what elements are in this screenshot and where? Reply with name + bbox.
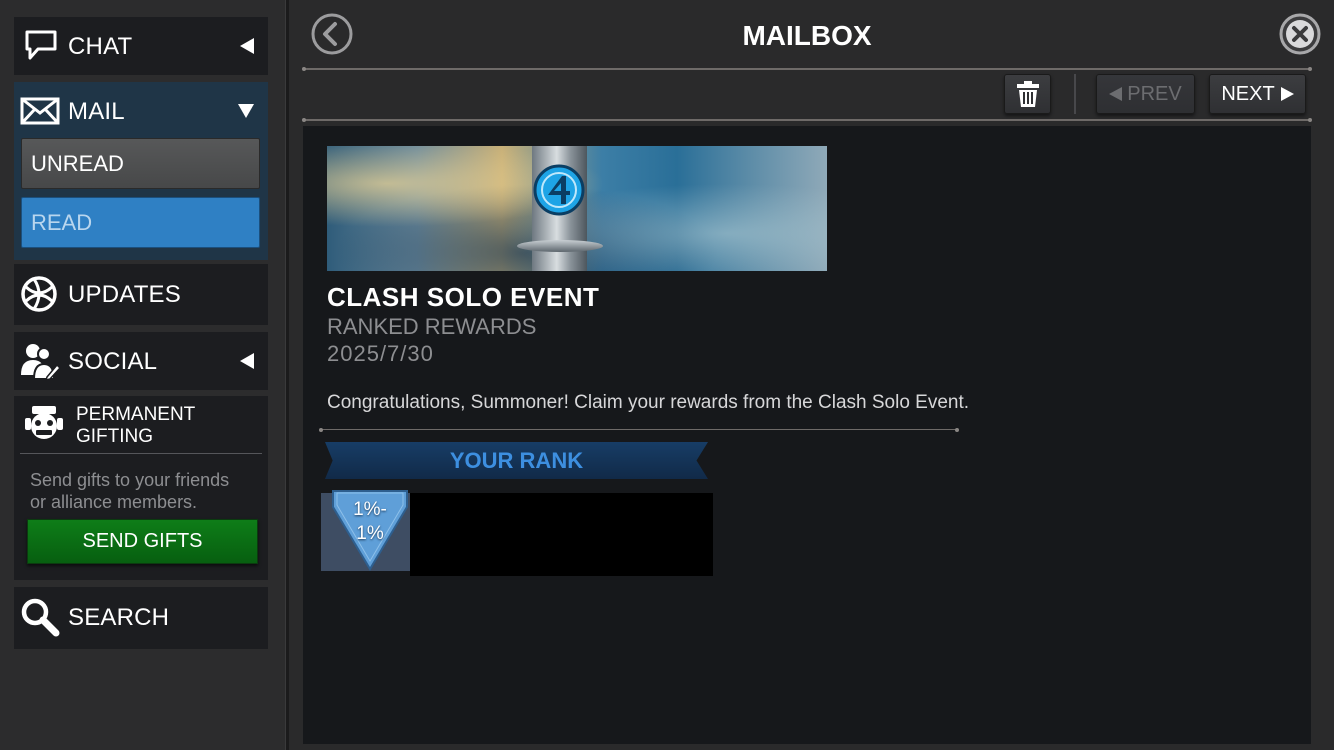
gifting-divider [20, 453, 262, 454]
envelope-icon [20, 97, 60, 125]
rank-value-line2: 1% [356, 523, 384, 544]
gifting-description-line1: Send gifts to your friends [30, 470, 230, 490]
toolbar-separator [1074, 74, 1076, 114]
rank-value-line1: 1%- [353, 499, 387, 520]
toolbar-divider [302, 118, 1312, 122]
message-subtitle: RANKED REWARDS [327, 314, 537, 339]
sidebar-item-label: SOCIAL [68, 348, 158, 375]
prev-button[interactable]: PREV [1096, 74, 1195, 114]
prev-arrow-icon [1109, 87, 1123, 101]
rank-badge: 1%- 1% [321, 490, 410, 571]
gifting-title-line2: GIFTING [76, 426, 154, 447]
chevron-left-icon [240, 38, 254, 54]
next-arrow-icon [1280, 87, 1294, 101]
sidebar-item-search[interactable]: SEARCH [14, 587, 268, 649]
magnifier-icon [21, 598, 60, 637]
globe-icon [21, 276, 57, 312]
gifting-title-line1: PERMANENT [76, 404, 196, 425]
message-body: Congratulations, Summoner! Claim your re… [327, 392, 970, 413]
sidebar-item-label: MAIL [68, 98, 125, 125]
chevron-down-icon [238, 104, 254, 118]
people-icon [21, 344, 61, 381]
message-date: 2025/7/30 [327, 341, 434, 366]
chevron-left-circle-icon[interactable] [311, 13, 353, 55]
chat-bubble-icon [25, 30, 57, 60]
message-title: CLASH SOLO EVENT [327, 282, 600, 312]
sidebar-item-label: CHAT [68, 33, 133, 60]
sidebar-item-label: SEARCH [68, 604, 170, 631]
close-circle-icon[interactable] [1278, 12, 1322, 56]
send-gifts-label: SEND GIFTS [82, 530, 203, 552]
sidebar-item-chat[interactable]: CHAT [14, 17, 268, 75]
header-divider [302, 67, 1312, 71]
next-button[interactable]: NEXT [1209, 74, 1306, 114]
message-banner-image [327, 146, 827, 271]
delete-button[interactable] [1004, 74, 1051, 114]
next-label: NEXT [1221, 82, 1275, 105]
mail-read-button[interactable]: READ [21, 197, 260, 248]
chevron-left-icon [240, 353, 254, 369]
mail-unread-label: UNREAD [31, 150, 124, 176]
your-rank-banner: YOUR RANK [325, 442, 708, 479]
gifting-description-line2: or alliance members. [30, 492, 198, 512]
sidebar-item-social[interactable]: SOCIAL [14, 332, 268, 390]
trash-icon [1016, 81, 1039, 107]
your-rank-heading: YOUR RANK [449, 447, 584, 473]
sidebar-item-updates[interactable]: UPDATES [14, 264, 268, 325]
redacted-block [410, 493, 713, 576]
sidebar-item-label: UPDATES [68, 281, 181, 308]
tower-ring [517, 240, 603, 252]
mail-read-label: READ [31, 209, 93, 235]
robot-mascot-icon [25, 406, 63, 439]
mail-unread-button[interactable]: UNREAD [21, 138, 260, 189]
message-divider [319, 428, 959, 432]
prev-label: PREV [1127, 82, 1182, 105]
send-gifts-button[interactable]: SEND GIFTS [27, 519, 258, 564]
fantastic-four-emblem-icon [533, 164, 585, 216]
page-title: MAILBOX [742, 20, 872, 51]
